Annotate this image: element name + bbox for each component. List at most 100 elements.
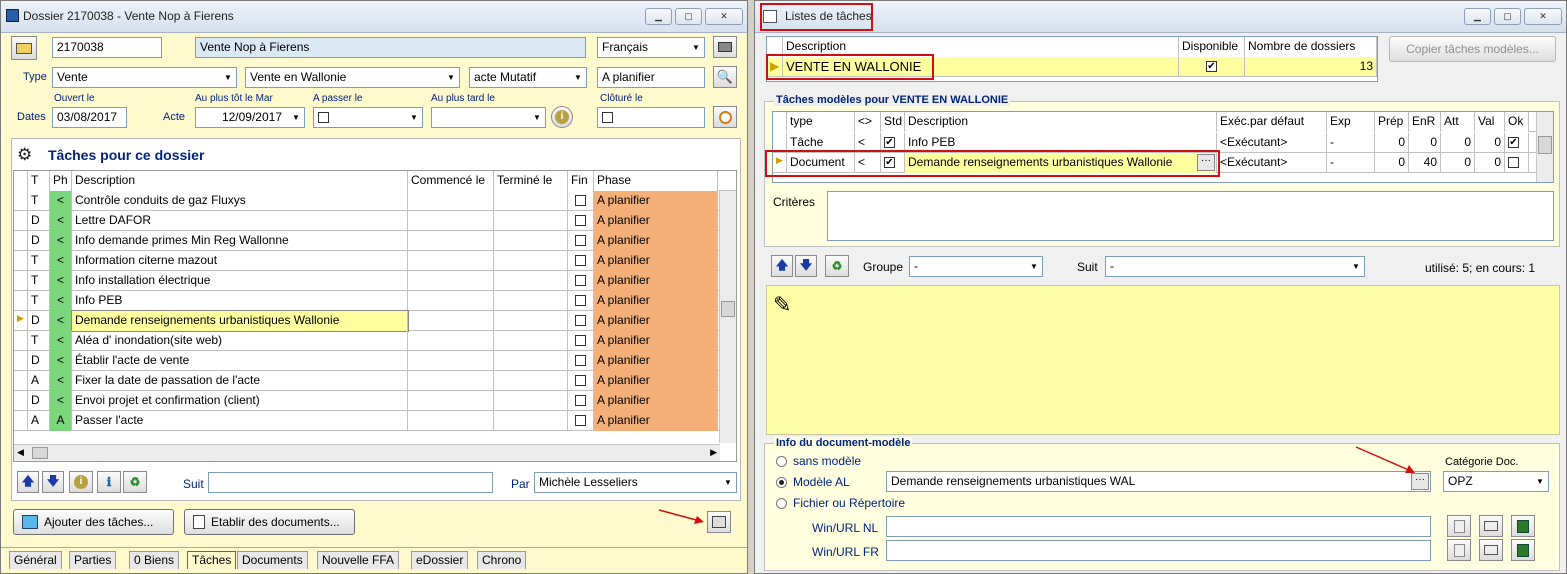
make-documents-button[interactable]: Etablir des documents... [184, 509, 355, 535]
tab-documents[interactable]: Documents [237, 551, 308, 569]
move-down-button[interactable]: 🡇 [795, 255, 817, 277]
col-ph[interactable]: Ph [50, 171, 72, 191]
col-description[interactable]: Description [905, 112, 1217, 132]
print-button[interactable] [713, 36, 737, 58]
tab-0-biens[interactable]: 0 Biens [129, 551, 180, 569]
status-field[interactable]: A planifier [597, 67, 705, 88]
list-row[interactable]: ▶ VENTE EN WALLONIE ✔ 13 [767, 57, 1377, 77]
category-select[interactable]: OPZ ▼ [1443, 471, 1549, 492]
ok-checkbox[interactable]: ✔ [1508, 137, 1519, 149]
table-row[interactable]: T < Information citerne mazout A planifier [14, 251, 720, 271]
std-checkbox[interactable]: ✔ [884, 157, 895, 169]
search-button[interactable]: 🔍 [713, 66, 737, 88]
col-att[interactable]: Att [1441, 112, 1475, 132]
scroll-thumb[interactable] [721, 301, 735, 317]
table-row[interactable]: T < Aléa d' inondation(site web) A planifie… [14, 331, 720, 351]
notes-area[interactable]: ✎ [766, 285, 1560, 435]
table-row[interactable]: T < Info installation électrique A planifie… [14, 271, 720, 291]
col-val[interactable]: Val [1475, 112, 1505, 132]
fin-checkbox[interactable] [575, 275, 586, 287]
acte-select[interactable]: acte Mutatif ▼ [469, 67, 587, 88]
language-select[interactable]: Français ▼ [597, 37, 705, 58]
task-info-button[interactable]: i [69, 471, 93, 493]
table-row[interactable]: D < Info demande primes Min Reg Wallonne A … [14, 231, 720, 251]
closed-checkbox[interactable] [602, 112, 613, 124]
table-row[interactable]: D < Établir l'acte de vente A planifier [14, 351, 720, 371]
url-nl-field[interactable] [886, 516, 1431, 537]
table-row[interactable]: A < Fixer la date de passation de l'acte A … [14, 371, 720, 391]
fin-checkbox[interactable] [575, 315, 586, 327]
subtype-select[interactable]: Vente en Wallonie ▼ [245, 67, 460, 88]
tab-edossier[interactable]: eDossier [411, 551, 469, 569]
latest-date-select[interactable]: ▼ [431, 107, 546, 128]
closed-date-field[interactable] [597, 107, 705, 128]
groupe-select[interactable]: - ▼ [909, 256, 1043, 277]
radio-no-model[interactable] [776, 456, 787, 467]
tasks-hscrollbar[interactable]: ◀ ▶ [14, 444, 720, 461]
col-fin[interactable]: Fin [568, 171, 594, 191]
col-phase[interactable]: Phase [594, 171, 718, 191]
clock-button[interactable] [713, 106, 737, 128]
task-details-button[interactable]: ℹ [97, 471, 121, 493]
maximize-button[interactable]: ▢ [675, 8, 702, 25]
table-row[interactable]: T < Contrôle conduits de gaz Fluxys A plani… [14, 191, 720, 211]
col-type[interactable]: type [787, 112, 855, 132]
table-row[interactable]: D < Lettre DAFOR A planifier [14, 211, 720, 231]
col-std[interactable]: Std [881, 112, 905, 132]
move-up-button[interactable]: 🡅 [771, 255, 793, 277]
topass-date-select[interactable]: ▼ [313, 107, 423, 128]
url-fr-field[interactable] [886, 540, 1431, 561]
nl-folder-button[interactable] [1479, 515, 1503, 537]
col-prep[interactable]: Prép [1375, 112, 1409, 132]
dossier-name-field[interactable]: Vente Nop à Fierens [195, 37, 586, 58]
copy-templates-button[interactable]: Copier tâches modèles... [1389, 36, 1556, 62]
model-field[interactable]: Demande renseignements urbanistiques WAL… [886, 471, 1431, 492]
fin-checkbox[interactable] [575, 335, 586, 347]
radio-model[interactable] [776, 477, 787, 488]
table-row[interactable]: D < Envoi projet et confirmation (client) A… [14, 391, 720, 411]
browse-button[interactable]: ··· [1197, 154, 1215, 171]
table-row[interactable]: T < Info PEB A planifier [14, 291, 720, 311]
tab-nouvelle-ffa[interactable]: Nouvelle FFA [317, 551, 400, 569]
opened-date-field[interactable]: 03/08/2017 [52, 107, 127, 128]
fin-checkbox[interactable] [575, 295, 586, 307]
models-scrollbar[interactable] [1536, 112, 1553, 182]
fin-checkbox[interactable] [575, 235, 586, 247]
ok-checkbox[interactable] [1508, 157, 1519, 169]
nl-doc-button[interactable] [1447, 515, 1471, 537]
table-row[interactable]: A A Passer l'acte A planifier [14, 411, 720, 431]
nl-word-button[interactable] [1511, 515, 1535, 537]
available-checkbox[interactable]: ✔ [1206, 61, 1217, 73]
info-button[interactable]: i [551, 106, 573, 128]
tab-parties[interactable]: Parties [69, 551, 117, 569]
fin-checkbox[interactable] [575, 255, 586, 267]
earliest-date-select[interactable]: 12/09/2017 ▼ [195, 107, 305, 128]
fin-checkbox[interactable] [575, 395, 586, 407]
maximize-button[interactable]: ▢ [1494, 8, 1521, 25]
col-enr[interactable]: EnR [1409, 112, 1441, 132]
hscroll-thumb[interactable] [32, 447, 48, 459]
tasks-scrollbar[interactable] [719, 191, 736, 443]
fr-folder-button[interactable] [1479, 539, 1503, 561]
scroll-right-icon[interactable]: ▶ [710, 447, 717, 458]
fin-checkbox[interactable] [575, 195, 586, 207]
tab-g-n-ral[interactable]: Général [9, 551, 62, 569]
model-row-selected[interactable]: ▶ Document < ✔ Demande renseignements ur… [773, 153, 1553, 173]
edit-template-button[interactable] [707, 511, 731, 533]
open-folder-button[interactable] [11, 36, 37, 60]
fr-word-button[interactable] [1511, 539, 1535, 561]
col-description[interactable]: Description [783, 37, 1179, 57]
col-count[interactable]: Nombre de dossiers [1245, 37, 1377, 57]
suit-field[interactable] [208, 472, 493, 493]
tab-chrono[interactable]: Chrono [477, 551, 527, 569]
move-down-button[interactable]: 🡇 [42, 471, 64, 493]
col-started[interactable]: Commencé le [408, 171, 494, 191]
fin-checkbox[interactable] [575, 415, 586, 427]
col-description[interactable]: Description [72, 171, 408, 191]
std-checkbox[interactable]: ✔ [884, 137, 895, 149]
radio-file[interactable] [776, 498, 787, 509]
col-finished[interactable]: Terminé le [494, 171, 568, 191]
col-exec[interactable]: Exéc.par défaut [1217, 112, 1327, 132]
topass-checkbox[interactable] [318, 112, 329, 124]
add-tasks-button[interactable]: Ajouter des tâches... [13, 509, 174, 535]
